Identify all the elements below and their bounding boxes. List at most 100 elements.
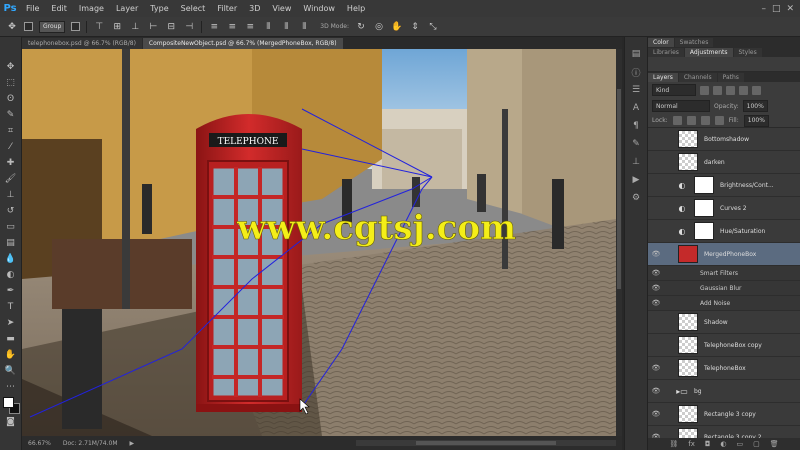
lock-all-icon[interactable] [714,116,724,125]
close-icon[interactable]: ✕ [786,4,794,14]
new-group-icon[interactable]: ▭ [737,440,744,448]
visibility-eye-icon[interactable] [650,179,662,191]
layer-name[interactable]: TelephoneBox [704,365,746,372]
layer-mask-thumbnail[interactable] [694,176,714,194]
layer-row[interactable]: Shadow [648,311,800,334]
crop-tool-icon[interactable]: ⌗ [3,123,19,138]
distribute-right-icon[interactable]: ⦀ [298,21,310,33]
filter-type-icon[interactable] [726,85,735,95]
filter-kind-dropdown[interactable]: Kind [652,84,696,96]
status-arrow-icon[interactable]: ▶ [130,440,135,447]
lock-position-icon[interactable] [700,116,710,125]
align-right-icon[interactable]: ⊣ [183,21,195,33]
visibility-eye-icon[interactable] [650,316,662,328]
layer-row[interactable]: ◐ Curves 2 [648,197,800,220]
properties-panel-icon[interactable]: ☰ [628,83,644,97]
align-bottom-icon[interactable]: ⊥ [129,21,141,33]
quick-select-tool-icon[interactable]: ✎ [3,107,19,122]
add-mask-icon[interactable]: ◘ [705,440,711,448]
dodge-tool-icon[interactable]: ◐ [3,267,19,282]
fill-input[interactable]: 100% [743,114,769,127]
menu-help[interactable]: Help [341,4,371,13]
blend-mode-dropdown[interactable]: Normal [652,100,710,112]
history-brush-icon[interactable]: ↺ [3,203,19,218]
move-tool-icon[interactable]: ✥ [6,21,18,33]
menu-layer[interactable]: Layer [110,4,144,13]
distribute-middle-icon[interactable]: ≡ [226,21,238,33]
paragraph-panel-icon[interactable]: ¶ [628,119,644,133]
distribute-left-icon[interactable]: ⦀ [262,21,274,33]
brush-tool-icon[interactable]: 🖌 [3,171,19,186]
filter-pixel-icon[interactable] [700,85,709,95]
more-tools-icon[interactable]: ⋯ [3,379,19,394]
filter-shape-icon[interactable] [739,85,748,95]
visibility-eye-icon[interactable] [650,202,662,214]
zoom-level[interactable]: 66.67% [28,440,51,447]
3d-roll-icon[interactable]: ◎ [373,21,385,33]
color-swatches[interactable] [2,397,20,414]
visibility-eye-icon[interactable]: 👁 [650,267,662,279]
visibility-eye-icon[interactable]: 👁 [650,408,662,420]
layer-name[interactable]: darken [704,159,725,166]
layer-name[interactable]: Curves 2 [720,205,747,212]
eyedropper-tool-icon[interactable]: ⁄ [3,139,19,154]
3d-rotate-icon[interactable]: ↻ [355,21,367,33]
horizontal-scrollbar-thumb[interactable] [416,441,556,445]
filter-adjustment-icon[interactable] [713,85,722,95]
menu-view[interactable]: View [266,4,297,13]
filter-smart-icon[interactable] [752,85,761,95]
distribute-bottom-icon[interactable]: ≡ [244,21,256,33]
hand-tool-icon[interactable]: ✋ [3,347,19,362]
3d-pan-icon[interactable]: ✋ [391,21,403,33]
smart-filter-row[interactable]: 👁 Smart Filters [648,266,800,281]
align-center-icon[interactable]: ⊟ [165,21,177,33]
folder-icon[interactable]: ▸▭ [676,385,688,397]
document-tab[interactable]: CompositeNewObject.psd @ 66.7% (MergedPh… [142,38,343,49]
layer-name[interactable]: MergedPhoneBox [704,251,756,258]
smart-filter-row[interactable]: 👁 Add Noise [648,296,800,311]
visibility-eye-icon[interactable] [650,156,662,168]
quick-mask-icon[interactable]: ◙ [3,414,19,429]
auto-select-checkbox[interactable] [24,22,33,31]
blur-tool-icon[interactable]: 💧 [3,251,19,266]
layer-row[interactable]: Bottomshadow [648,128,800,151]
minimize-icon[interactable]: – [761,4,766,14]
distribute-top-icon[interactable]: ≡ [208,21,220,33]
3d-slide-icon[interactable]: ⇕ [409,21,421,33]
show-transform-checkbox[interactable] [71,22,81,31]
panel-tab-paths[interactable]: Paths [717,73,744,82]
actions-panel-icon[interactable]: ▶ [628,173,644,187]
panel-tab-styles[interactable]: Styles [733,48,762,57]
auto-select-dropdown[interactable]: Group [39,20,66,33]
layer-name[interactable]: Shadow [704,319,728,326]
align-left-icon[interactable]: ⊢ [147,21,159,33]
panel-tab-swatches[interactable]: Swatches [674,38,714,47]
clone-stamp-icon[interactable]: ⊥ [3,187,19,202]
opacity-input[interactable]: 100% [742,100,768,112]
layer-thumbnail[interactable] [678,130,698,148]
layer-row[interactable]: TelephoneBox copy [648,334,800,357]
canvas-horizontal-scrollbar[interactable] [356,440,616,446]
lasso-tool-icon[interactable]: ʘ [3,91,19,106]
path-select-icon[interactable]: ➤ [3,315,19,330]
smart-filter-name[interactable]: Smart Filters [700,270,738,277]
layer-row[interactable]: ◐ Hue/Saturation [648,220,800,243]
visibility-eye-icon[interactable]: 👁 [650,385,662,397]
layer-row[interactable]: darken [648,151,800,174]
clone-source-icon[interactable]: ⊥ [628,155,644,169]
layer-thumbnail[interactable] [678,336,698,354]
visibility-eye-icon[interactable] [650,225,662,237]
panel-tab-libraries[interactable]: Libraries [648,48,684,57]
3d-scale-icon[interactable]: ⤡ [427,21,439,33]
info-panel-icon[interactable]: ⓘ [628,65,644,79]
layer-row[interactable]: 👁 ▸▭ bg [648,380,800,403]
menu-type[interactable]: Type [144,4,174,13]
pen-tool-icon[interactable]: ✒ [3,283,19,298]
layer-row[interactable]: 👁 MergedPhoneBox [648,243,800,266]
visibility-eye-icon[interactable] [650,339,662,351]
move-tool-icon[interactable]: ✥ [3,59,19,74]
lock-pixels-icon[interactable] [686,116,696,125]
layer-style-icon[interactable]: fx [688,440,695,448]
layer-mask-thumbnail[interactable] [694,222,714,240]
layer-thumbnail[interactable] [678,359,698,377]
